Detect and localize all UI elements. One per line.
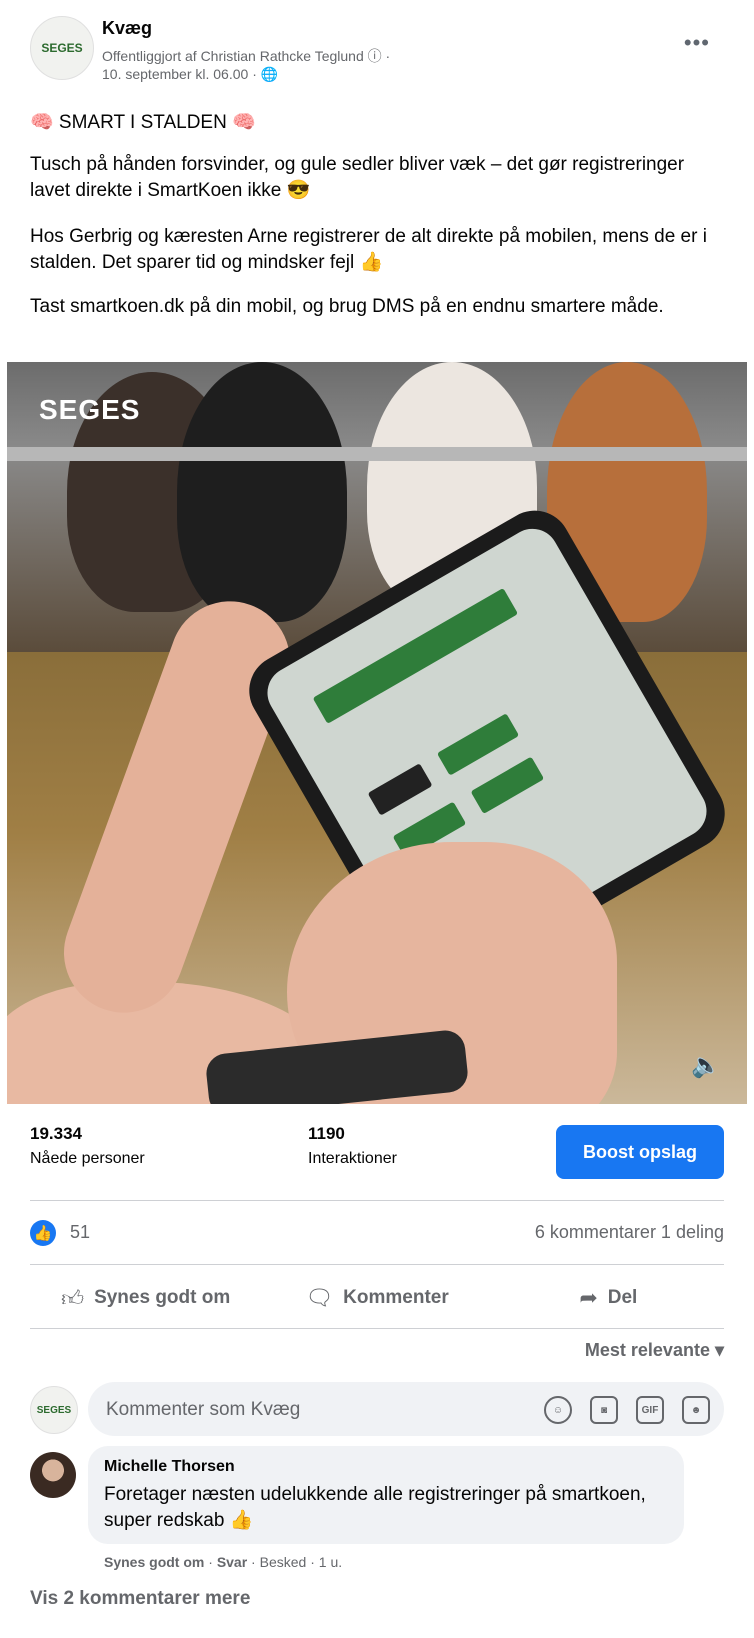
cow-shape xyxy=(177,362,347,622)
comment-reply-link[interactable]: Svar xyxy=(217,1554,247,1570)
screen-button xyxy=(367,763,433,816)
post-paragraph-3: Tast smartkoen.dk på din mobil, og brug … xyxy=(30,296,664,317)
comment-input-icons: ☺ ◙ GIF ☻ xyxy=(544,1396,710,1424)
reaction-summary: 👍 51 6 kommentarer 1 deling xyxy=(30,1218,724,1248)
divider xyxy=(30,1328,724,1329)
comment-age[interactable]: 1 u. xyxy=(319,1554,342,1570)
post-paragraph-2: Hos Gerbrig og kæresten Arne registrerer… xyxy=(30,226,707,273)
thumbs-up-icon: 👍︎ xyxy=(61,1285,85,1311)
boost-post-button[interactable]: Boost opslag xyxy=(556,1125,724,1179)
post-actions: 👍︎ Synes godt om 🗨 Kommenter ➦ Del xyxy=(30,1276,724,1320)
comment-input-box[interactable]: ☺ ◙ GIF ☻ xyxy=(88,1382,724,1438)
commenter-avatar: SEGES xyxy=(30,1386,78,1434)
comment-button[interactable]: 🗨 Kommenter xyxy=(261,1276,492,1320)
comment-text: Foretager næsten udelukkende alle regist… xyxy=(104,1484,646,1531)
comment-author[interactable]: Michelle Thorsen xyxy=(104,1458,235,1476)
more-options-icon[interactable]: ••• xyxy=(684,30,710,56)
comment-bubble: Michelle Thorsen Foretager næsten udeluk… xyxy=(88,1446,684,1544)
comment-input[interactable] xyxy=(104,1382,528,1438)
post-timestamp: 10. september kl. 06.00 · 🌐 xyxy=(102,66,279,82)
published-by: Offentliggjort af Christian Rathcke Tegl… xyxy=(102,48,391,64)
reach-label: Nåede personer xyxy=(30,1150,145,1167)
comment-sort-dropdown[interactable]: Mest relevante ▾ xyxy=(585,1340,724,1361)
post-header: SEGES Kvæg Offentliggjort af Christian R… xyxy=(30,16,730,96)
volume-icon[interactable]: 🔈 xyxy=(691,1051,721,1080)
comment-message-link[interactable]: Besked xyxy=(260,1554,307,1570)
post-paragraph-1: Tusch på hånden forsvinder, og gule sedl… xyxy=(30,154,685,201)
like-button[interactable]: 👍︎ Synes godt om xyxy=(30,1276,261,1320)
seges-watermark: SEGES xyxy=(39,394,141,425)
sticker-icon[interactable]: ☻ xyxy=(682,1396,710,1424)
camera-icon[interactable]: ◙ xyxy=(590,1396,618,1424)
divider xyxy=(30,1264,724,1265)
emoji-icon[interactable]: ☺ xyxy=(544,1396,572,1424)
interactions-value: 1190 xyxy=(308,1124,345,1143)
like-reaction-icon[interactable]: 👍 xyxy=(30,1220,56,1246)
divider xyxy=(30,1200,724,1201)
post-card: SEGES Kvæg Offentliggjort af Christian R… xyxy=(0,0,754,1638)
page-name[interactable]: Kvæg xyxy=(102,18,152,39)
globe-icon: 🌐 xyxy=(260,66,279,82)
comment-like-link[interactable]: Synes godt om xyxy=(104,1554,204,1570)
like-count[interactable]: 51 xyxy=(70,1222,90,1243)
post-title: 🧠 SMART I STALDEN 🧠 xyxy=(30,112,256,133)
interactions-label: Interaktioner xyxy=(308,1150,397,1167)
info-icon[interactable]: ⓘ xyxy=(368,48,382,64)
speech-bubble-icon: 🗨 xyxy=(305,1285,334,1310)
screen-button xyxy=(470,756,545,815)
comment-meta: Synes godt om · Svar · Besked · 1 u. xyxy=(104,1554,343,1570)
screen-button xyxy=(436,713,520,776)
share-arrow-icon: ➦ xyxy=(579,1285,598,1310)
michelle-avatar[interactable] xyxy=(30,1452,76,1498)
gif-icon[interactable]: GIF xyxy=(636,1396,664,1424)
reach-value: 19.334 xyxy=(30,1124,82,1143)
view-more-comments[interactable]: Vis 2 kommentarer mere xyxy=(30,1588,250,1610)
post-video[interactable]: SEGES 🔈 xyxy=(7,362,747,1104)
comments-shares-count[interactable]: 6 kommentarer 1 deling xyxy=(535,1222,724,1243)
barn-rail xyxy=(7,447,747,461)
share-button[interactable]: ➦ Del xyxy=(493,1276,724,1320)
page-avatar[interactable]: SEGES xyxy=(30,16,94,80)
